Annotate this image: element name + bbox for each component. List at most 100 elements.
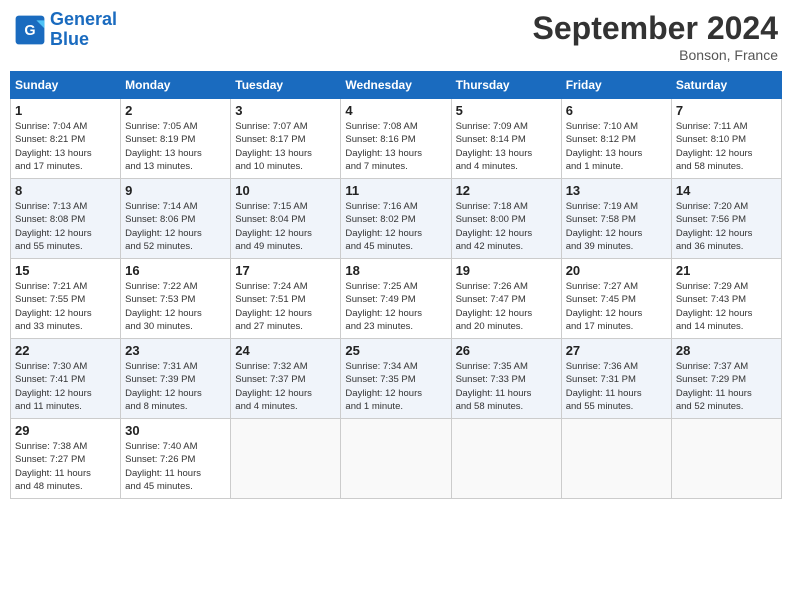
day-info: Sunrise: 7:30 AM Sunset: 7:41 PM Dayligh…	[15, 360, 116, 413]
day-info: Sunrise: 7:38 AM Sunset: 7:27 PM Dayligh…	[15, 440, 116, 493]
calendar-cell: 9 Sunrise: 7:14 AM Sunset: 8:06 PM Daylig…	[121, 179, 231, 259]
calendar-cell: 13 Sunrise: 7:19 AM Sunset: 7:58 PM Dayli…	[561, 179, 671, 259]
calendar-cell	[561, 419, 671, 499]
calendar-cell: 7 Sunrise: 7:11 AM Sunset: 8:10 PM Daylig…	[671, 99, 781, 179]
day-number: 16	[125, 263, 226, 278]
day-number: 11	[345, 183, 446, 198]
day-info: Sunrise: 7:08 AM Sunset: 8:16 PM Dayligh…	[345, 120, 446, 173]
day-number: 19	[456, 263, 557, 278]
day-info: Sunrise: 7:37 AM Sunset: 7:29 PM Dayligh…	[676, 360, 777, 413]
day-info: Sunrise: 7:04 AM Sunset: 8:21 PM Dayligh…	[15, 120, 116, 173]
week-row-1: 1 Sunrise: 7:04 AM Sunset: 8:21 PM Daylig…	[11, 99, 782, 179]
calendar-cell	[231, 419, 341, 499]
day-number: 7	[676, 103, 777, 118]
day-info: Sunrise: 7:18 AM Sunset: 8:00 PM Dayligh…	[456, 200, 557, 253]
logo: G General Blue	[14, 10, 117, 50]
calendar-cell	[671, 419, 781, 499]
month-title: September 2024	[533, 10, 778, 47]
day-number: 1	[15, 103, 116, 118]
calendar-cell: 20Sunrise: 7:27 AM Sunset: 7:45 PM Dayli…	[561, 259, 671, 339]
calendar-cell: 25 Sunrise: 7:34 AM Sunset: 7:35 PM Dayli…	[341, 339, 451, 419]
calendar-cell: 14 Sunrise: 7:20 AM Sunset: 7:56 PM Dayli…	[671, 179, 781, 259]
page-header: G General Blue September 2024 Bonson, Fr…	[10, 10, 782, 63]
day-info: Sunrise: 7:35 AM Sunset: 7:33 PM Dayligh…	[456, 360, 557, 413]
calendar-cell: 5Sunrise: 7:09 AM Sunset: 8:14 PM Daylig…	[451, 99, 561, 179]
day-number: 3	[235, 103, 336, 118]
day-number: 13	[566, 183, 667, 198]
week-row-4: 22 Sunrise: 7:30 AM Sunset: 7:41 PM Dayli…	[11, 339, 782, 419]
calendar-cell: 18 Sunrise: 7:25 AM Sunset: 7:49 PM Dayli…	[341, 259, 451, 339]
day-info: Sunrise: 7:29 AM Sunset: 7:43 PM Dayligh…	[676, 280, 777, 333]
day-info: Sunrise: 7:19 AM Sunset: 7:58 PM Dayligh…	[566, 200, 667, 253]
day-number: 5	[456, 103, 557, 118]
calendar-table: SundayMondayTuesdayWednesdayThursdayFrid…	[10, 71, 782, 499]
day-number: 23	[125, 343, 226, 358]
day-number: 26	[456, 343, 557, 358]
weekday-header-friday: Friday	[561, 72, 671, 99]
logo-text: General Blue	[50, 10, 117, 50]
calendar-cell: 29 Sunrise: 7:38 AM Sunset: 7:27 PM Dayli…	[11, 419, 121, 499]
day-info: Sunrise: 7:21 AM Sunset: 7:55 PM Dayligh…	[15, 280, 116, 333]
weekday-header-thursday: Thursday	[451, 72, 561, 99]
calendar-cell: 16Sunrise: 7:22 AM Sunset: 7:53 PM Dayli…	[121, 259, 231, 339]
day-info: Sunrise: 7:32 AM Sunset: 7:37 PM Dayligh…	[235, 360, 336, 413]
calendar-cell: 21 Sunrise: 7:29 AM Sunset: 7:43 PM Dayli…	[671, 259, 781, 339]
day-number: 29	[15, 423, 116, 438]
day-number: 30	[125, 423, 226, 438]
day-number: 27	[566, 343, 667, 358]
calendar-cell: 3Sunrise: 7:07 AM Sunset: 8:17 PM Daylig…	[231, 99, 341, 179]
weekday-header-wednesday: Wednesday	[341, 72, 451, 99]
weekday-header-saturday: Saturday	[671, 72, 781, 99]
weekday-header-tuesday: Tuesday	[231, 72, 341, 99]
day-number: 22	[15, 343, 116, 358]
day-number: 10	[235, 183, 336, 198]
day-info: Sunrise: 7:11 AM Sunset: 8:10 PM Dayligh…	[676, 120, 777, 173]
day-info: Sunrise: 7:05 AM Sunset: 8:19 PM Dayligh…	[125, 120, 226, 173]
day-info: Sunrise: 7:27 AM Sunset: 7:45 PM Dayligh…	[566, 280, 667, 333]
day-number: 2	[125, 103, 226, 118]
calendar-cell: 10Sunrise: 7:15 AM Sunset: 8:04 PM Dayli…	[231, 179, 341, 259]
day-number: 24	[235, 343, 336, 358]
calendar-cell: 28 Sunrise: 7:37 AM Sunset: 7:29 PM Dayli…	[671, 339, 781, 419]
calendar-cell: 27Sunrise: 7:36 AM Sunset: 7:31 PM Dayli…	[561, 339, 671, 419]
day-number: 21	[676, 263, 777, 278]
day-info: Sunrise: 7:34 AM Sunset: 7:35 PM Dayligh…	[345, 360, 446, 413]
calendar-cell: 11 Sunrise: 7:16 AM Sunset: 8:02 PM Dayli…	[341, 179, 451, 259]
day-info: Sunrise: 7:24 AM Sunset: 7:51 PM Dayligh…	[235, 280, 336, 333]
calendar-cell: 2 Sunrise: 7:05 AM Sunset: 8:19 PM Daylig…	[121, 99, 231, 179]
day-number: 17	[235, 263, 336, 278]
logo-icon: G	[14, 14, 46, 46]
day-number: 8	[15, 183, 116, 198]
day-number: 25	[345, 343, 446, 358]
week-row-2: 8Sunrise: 7:13 AM Sunset: 8:08 PM Daylig…	[11, 179, 782, 259]
calendar-cell: 30Sunrise: 7:40 AM Sunset: 7:26 PM Dayli…	[121, 419, 231, 499]
day-info: Sunrise: 7:31 AM Sunset: 7:39 PM Dayligh…	[125, 360, 226, 413]
calendar-cell	[451, 419, 561, 499]
day-info: Sunrise: 7:16 AM Sunset: 8:02 PM Dayligh…	[345, 200, 446, 253]
calendar-cell: 4 Sunrise: 7:08 AM Sunset: 8:16 PM Daylig…	[341, 99, 451, 179]
calendar-cell: 15 Sunrise: 7:21 AM Sunset: 7:55 PM Dayli…	[11, 259, 121, 339]
day-info: Sunrise: 7:26 AM Sunset: 7:47 PM Dayligh…	[456, 280, 557, 333]
location: Bonson, France	[533, 47, 778, 63]
week-row-3: 15 Sunrise: 7:21 AM Sunset: 7:55 PM Dayli…	[11, 259, 782, 339]
calendar-cell: 12 Sunrise: 7:18 AM Sunset: 8:00 PM Dayli…	[451, 179, 561, 259]
calendar-cell	[341, 419, 451, 499]
day-info: Sunrise: 7:25 AM Sunset: 7:49 PM Dayligh…	[345, 280, 446, 333]
day-number: 12	[456, 183, 557, 198]
calendar-cell: 8Sunrise: 7:13 AM Sunset: 8:08 PM Daylig…	[11, 179, 121, 259]
calendar-cell: 22 Sunrise: 7:30 AM Sunset: 7:41 PM Dayli…	[11, 339, 121, 419]
calendar-cell: 1 Sunrise: 7:04 AM Sunset: 8:21 PM Daylig…	[11, 99, 121, 179]
day-info: Sunrise: 7:14 AM Sunset: 8:06 PM Dayligh…	[125, 200, 226, 253]
day-number: 28	[676, 343, 777, 358]
calendar-cell: 19 Sunrise: 7:26 AM Sunset: 7:47 PM Dayli…	[451, 259, 561, 339]
day-number: 4	[345, 103, 446, 118]
day-number: 18	[345, 263, 446, 278]
day-number: 6	[566, 103, 667, 118]
day-info: Sunrise: 7:20 AM Sunset: 7:56 PM Dayligh…	[676, 200, 777, 253]
day-number: 14	[676, 183, 777, 198]
svg-text:G: G	[24, 23, 35, 39]
calendar-cell: 23 Sunrise: 7:31 AM Sunset: 7:39 PM Dayli…	[121, 339, 231, 419]
weekday-header-row: SundayMondayTuesdayWednesdayThursdayFrid…	[11, 72, 782, 99]
day-number: 9	[125, 183, 226, 198]
day-number: 15	[15, 263, 116, 278]
